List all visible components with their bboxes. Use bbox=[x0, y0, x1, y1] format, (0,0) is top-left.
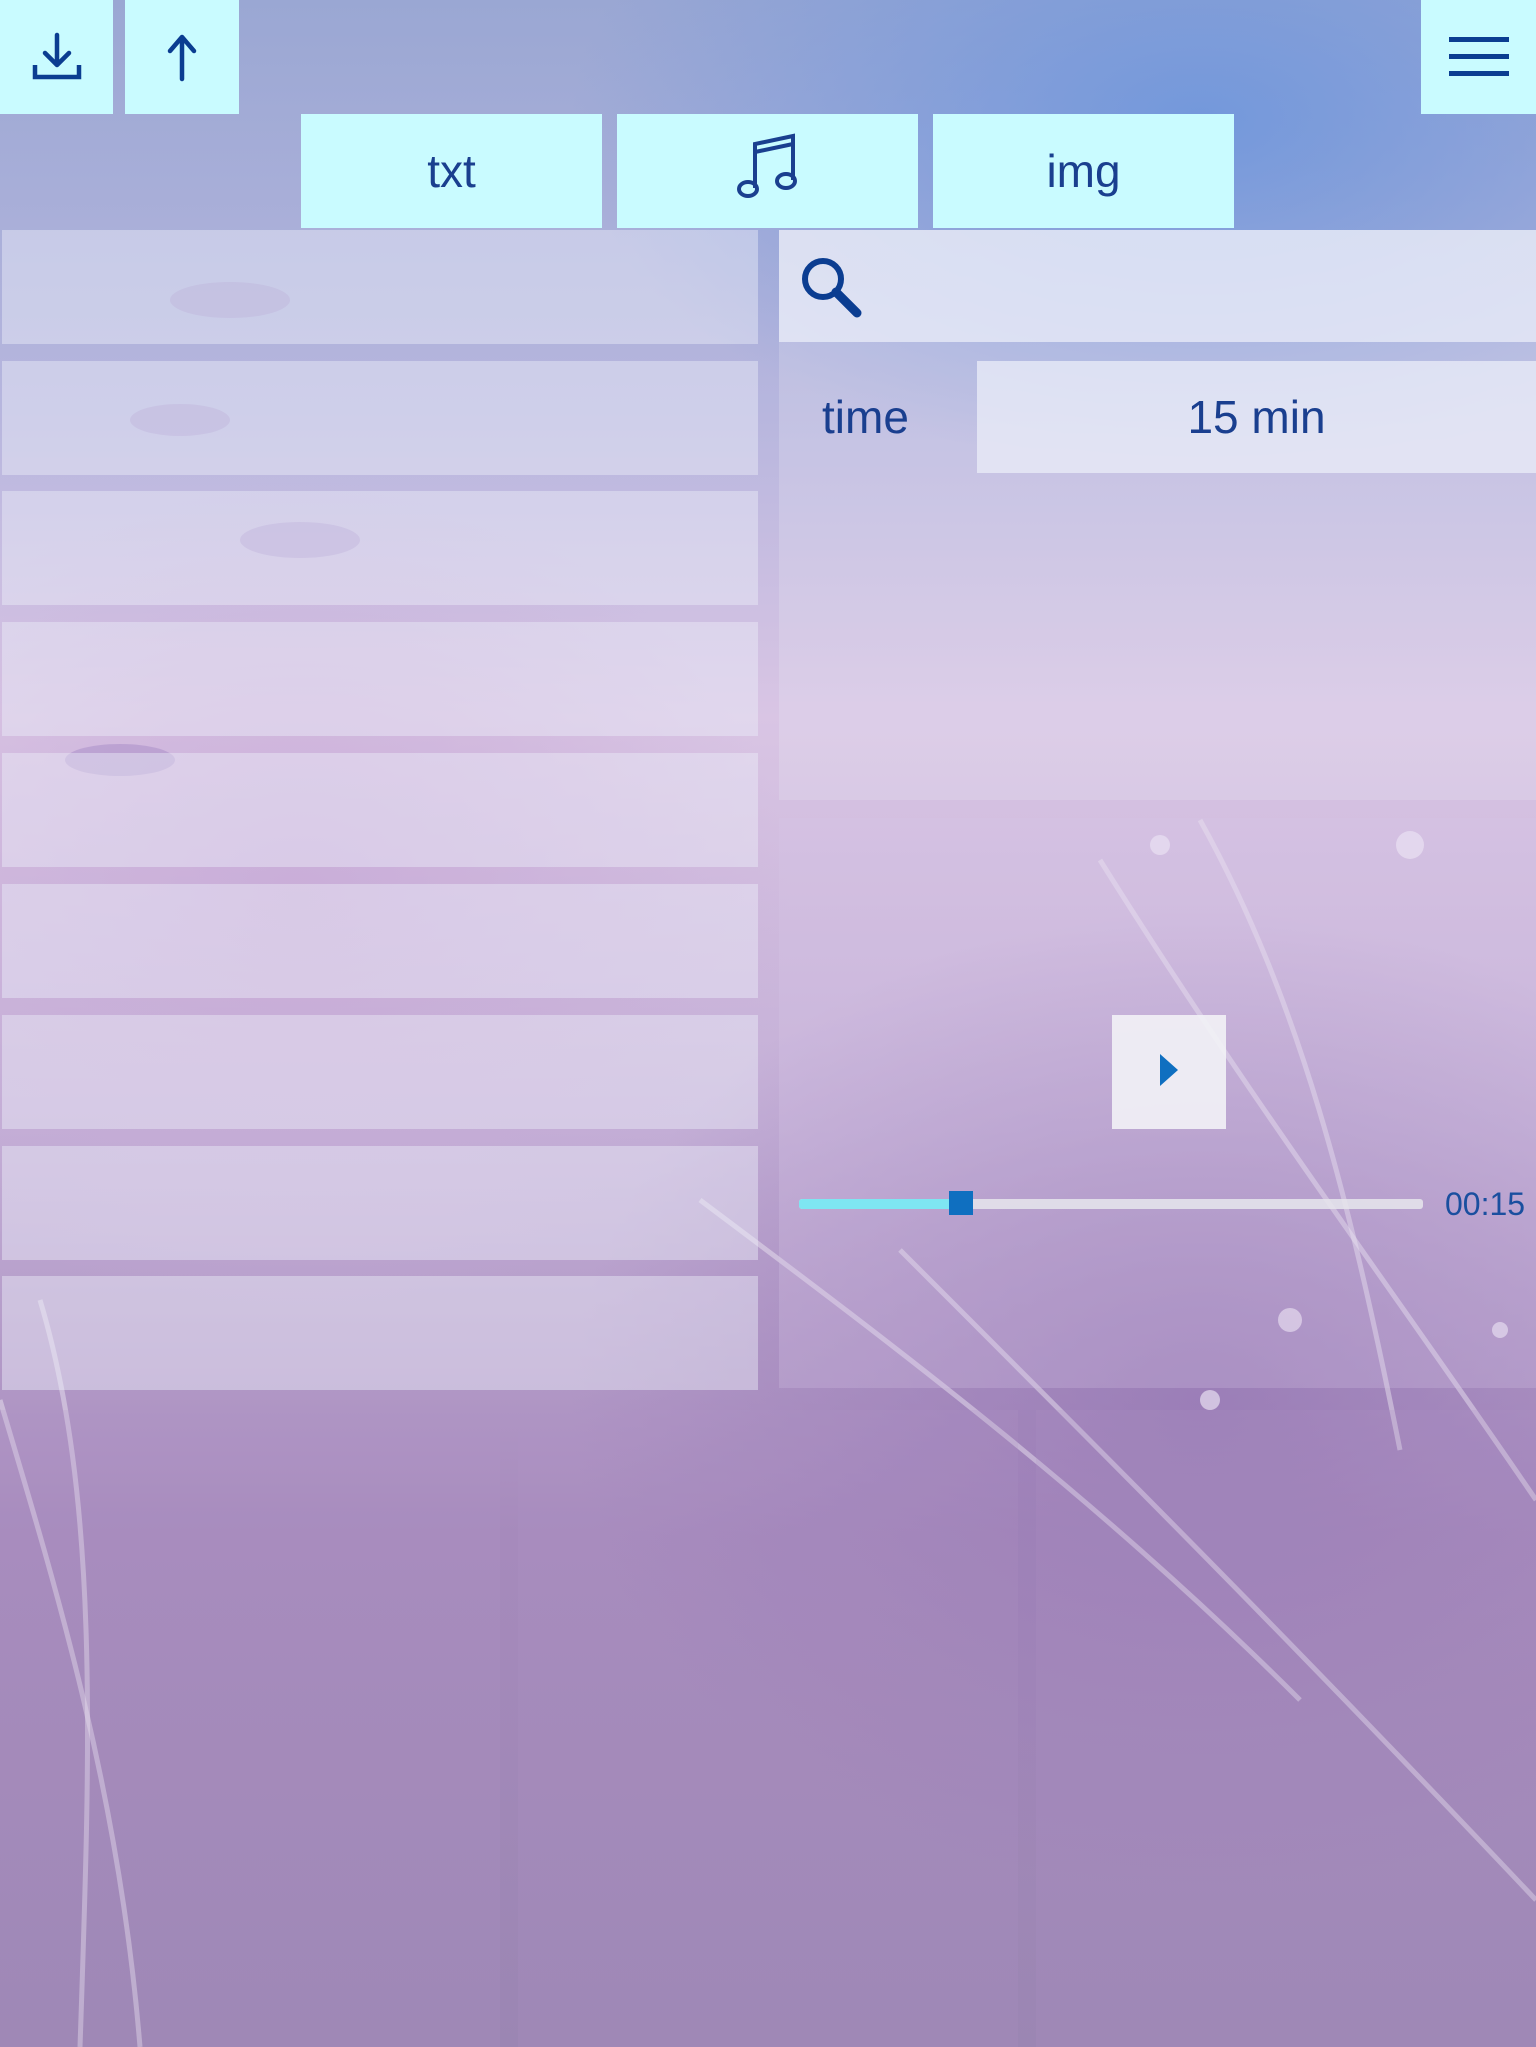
menu-button[interactable] bbox=[1421, 0, 1536, 114]
progress-fill bbox=[799, 1199, 962, 1209]
tab-txt[interactable]: txt bbox=[301, 114, 602, 228]
play-icon bbox=[1158, 1052, 1180, 1093]
list-item[interactable] bbox=[2, 230, 758, 344]
grid-tile[interactable] bbox=[518, 1410, 1018, 2047]
elapsed-time: 00:15 bbox=[1445, 1186, 1526, 1222]
grid-tile[interactable] bbox=[1036, 1410, 1536, 2047]
list-item[interactable] bbox=[2, 1276, 758, 1390]
play-button[interactable] bbox=[1112, 1015, 1226, 1129]
search-input[interactable] bbox=[779, 230, 1536, 342]
list-item[interactable] bbox=[2, 361, 758, 475]
list-item[interactable] bbox=[2, 1146, 758, 1260]
grid-tile[interactable] bbox=[0, 1410, 500, 2047]
time-value-field[interactable]: 15 min bbox=[977, 361, 1536, 473]
progress-slider[interactable] bbox=[799, 1191, 1423, 1215]
time-value: 15 min bbox=[1187, 391, 1326, 443]
progress-thumb[interactable] bbox=[949, 1191, 974, 1215]
download-icon bbox=[31, 31, 83, 83]
time-label: time bbox=[822, 391, 909, 443]
upload-arrow-icon bbox=[162, 31, 202, 83]
tab-music[interactable] bbox=[617, 114, 918, 228]
list-item[interactable] bbox=[2, 491, 758, 605]
list-item[interactable] bbox=[2, 884, 758, 998]
search-icon bbox=[799, 255, 863, 324]
list-item[interactable] bbox=[2, 622, 758, 736]
list-item[interactable] bbox=[2, 753, 758, 867]
tab-img[interactable]: img bbox=[933, 114, 1234, 228]
download-button[interactable] bbox=[0, 0, 113, 114]
list-item[interactable] bbox=[2, 1015, 758, 1129]
hamburger-menu-icon bbox=[1448, 35, 1509, 79]
upload-button[interactable] bbox=[125, 0, 239, 114]
music-note-icon bbox=[736, 132, 799, 211]
